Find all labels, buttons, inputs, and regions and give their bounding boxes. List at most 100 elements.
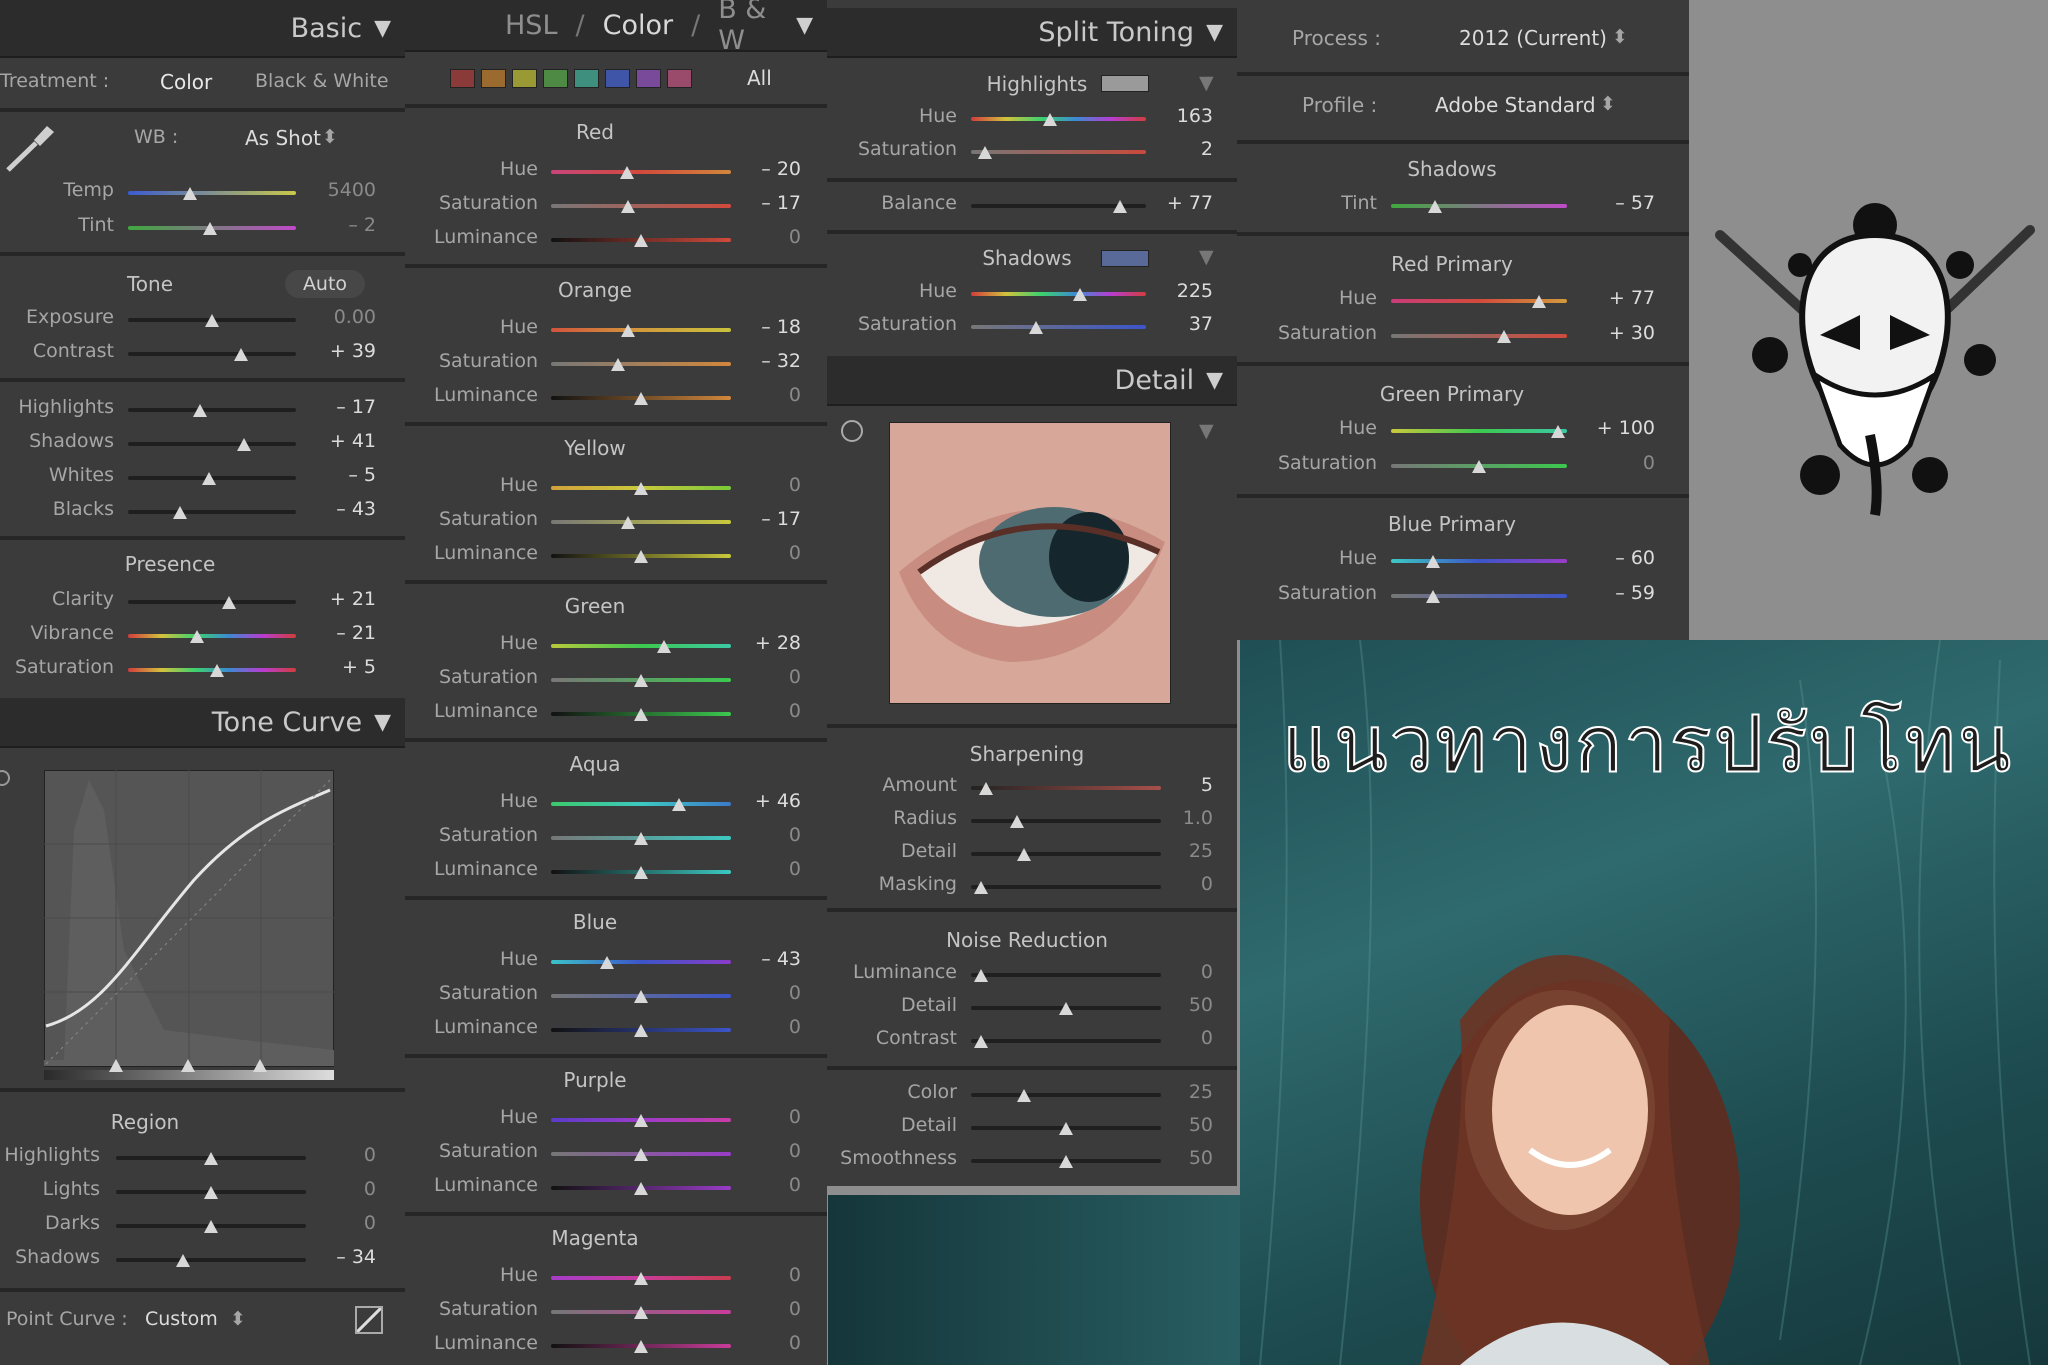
tint-value[interactable]: – 2 xyxy=(0,214,376,236)
red-sat-value[interactable]: – 17 xyxy=(405,192,801,214)
hsl-color-swatch[interactable] xyxy=(636,69,661,88)
detail-detail-value[interactable]: 25 xyxy=(827,840,1213,862)
point-curve-dropdown[interactable]: Custom xyxy=(145,1308,218,1330)
orange-sat-value[interactable]: – 32 xyxy=(405,350,801,372)
purple-lum-value[interactable]: 0 xyxy=(405,1174,801,1196)
orange-hue-value[interactable]: – 18 xyxy=(405,316,801,338)
process-arrow-icon[interactable]: ⬍ xyxy=(1612,26,1628,48)
collapse-triangle-icon[interactable]: ▼ xyxy=(1206,20,1223,45)
green-hue-value[interactable]: + 28 xyxy=(405,632,801,654)
yellow-hue-value[interactable]: 0 xyxy=(405,474,801,496)
curve-split-handle[interactable] xyxy=(253,1059,267,1072)
cal-green-hue-value[interactable]: + 100 xyxy=(1237,417,1655,439)
aqua-sat-value[interactable]: 0 xyxy=(405,824,801,846)
tab-hsl[interactable]: HSL xyxy=(505,10,557,41)
point-curve-arrow-icon[interactable]: ⬍ xyxy=(230,1308,246,1330)
whites-value[interactable]: – 5 xyxy=(0,464,376,486)
blue-sat-value[interactable]: 0 xyxy=(405,982,801,1004)
hsl-color-swatch[interactable] xyxy=(450,69,475,88)
yellow-sat-value[interactable]: – 17 xyxy=(405,508,801,530)
tab-color[interactable]: Color xyxy=(603,10,674,41)
target-adjust-icon[interactable] xyxy=(0,770,10,786)
detail-radius-value[interactable]: 1.0 xyxy=(827,807,1213,829)
auto-button[interactable]: Auto xyxy=(285,270,365,298)
detail-amount-value[interactable]: 5 xyxy=(827,774,1213,796)
cal-red-sat-value[interactable]: + 30 xyxy=(1237,322,1655,344)
blacks-value[interactable]: – 43 xyxy=(0,498,376,520)
cal-green-sat-value[interactable]: 0 xyxy=(1237,452,1655,474)
shadows-value[interactable]: + 41 xyxy=(0,430,376,452)
magenta-sat-value[interactable]: 0 xyxy=(405,1298,801,1320)
split-hl-sat-value[interactable]: 2 xyxy=(827,138,1213,160)
eyedropper-icon[interactable] xyxy=(2,118,54,176)
wb-dropdown[interactable]: As Shot xyxy=(245,126,321,150)
shadow-color-swatch[interactable] xyxy=(1101,250,1149,267)
collapse-triangle-icon[interactable]: ▼ xyxy=(374,16,391,41)
region-shadows-value[interactable]: – 34 xyxy=(0,1246,376,1268)
purple-sat-value[interactable]: 0 xyxy=(405,1140,801,1162)
detail-masking-value[interactable]: 0 xyxy=(827,873,1213,895)
saturation-value[interactable]: + 5 xyxy=(0,656,376,678)
detail-color-value[interactable]: 25 xyxy=(827,1081,1213,1103)
vibrance-value[interactable]: – 21 xyxy=(0,622,376,644)
collapse-triangle-icon[interactable]: ▼ xyxy=(374,710,391,735)
orange-lum-value[interactable]: 0 xyxy=(405,384,801,406)
split-sh-sat-value[interactable]: 37 xyxy=(827,313,1213,335)
cal-blue-sat-value[interactable]: – 59 xyxy=(1237,582,1655,604)
tone-curve-header[interactable]: Tone Curve ▼ xyxy=(0,698,405,748)
hsl-color-swatch[interactable] xyxy=(512,69,537,88)
cal-tint-value[interactable]: – 57 xyxy=(1237,192,1655,214)
blue-lum-value[interactable]: 0 xyxy=(405,1016,801,1038)
hsl-color-swatch[interactable] xyxy=(667,69,692,88)
curve-split-handle[interactable] xyxy=(181,1059,195,1072)
all-colors-button[interactable]: All xyxy=(747,66,772,90)
basic-header[interactable]: Basic ▼ xyxy=(0,0,405,58)
region-highlights-value[interactable]: 0 xyxy=(0,1144,376,1166)
hsl-color-swatch[interactable] xyxy=(605,69,630,88)
profile-dropdown[interactable]: Adobe Standard xyxy=(1435,93,1596,117)
cal-red-hue-value[interactable]: + 77 xyxy=(1237,287,1655,309)
hsl-color-swatch[interactable] xyxy=(574,69,599,88)
red-hue-value[interactable]: – 20 xyxy=(405,158,801,180)
region-darks-value[interactable]: 0 xyxy=(0,1212,376,1234)
detail-nr-contrast-value[interactable]: 0 xyxy=(827,1027,1213,1049)
cal-blue-hue-value[interactable]: – 60 xyxy=(1237,547,1655,569)
split-toning-header[interactable]: Split Toning ▼ xyxy=(827,8,1237,58)
yellow-lum-value[interactable]: 0 xyxy=(405,542,801,564)
contrast-value[interactable]: + 39 xyxy=(0,340,376,362)
dropdown-triangle-icon[interactable]: ▼ xyxy=(1199,246,1214,268)
treatment-bw-option[interactable]: Black & White xyxy=(255,70,389,92)
dropdown-triangle-icon[interactable]: ▼ xyxy=(1199,72,1214,94)
split-hl-hue-value[interactable]: 163 xyxy=(827,105,1213,127)
purple-hue-value[interactable]: 0 xyxy=(405,1106,801,1128)
magenta-lum-value[interactable]: 0 xyxy=(405,1332,801,1354)
region-lights-value[interactable]: 0 xyxy=(0,1178,376,1200)
magenta-hue-value[interactable]: 0 xyxy=(405,1264,801,1286)
split-sh-hue-value[interactable]: 225 xyxy=(827,280,1213,302)
dropdown-triangle-icon[interactable]: ▼ xyxy=(1199,420,1214,442)
detail-luminance-value[interactable]: 0 xyxy=(827,961,1213,983)
detail-nr-detail-value[interactable]: 50 xyxy=(827,994,1213,1016)
exposure-value[interactable]: 0.00 xyxy=(0,306,376,328)
split-balance-value[interactable]: + 77 xyxy=(827,192,1213,214)
blue-hue-value[interactable]: – 43 xyxy=(405,948,801,970)
detail-header[interactable]: Detail ▼ xyxy=(827,356,1237,406)
detail-smoothness-value[interactable]: 50 xyxy=(827,1147,1213,1169)
collapse-triangle-icon[interactable]: ▼ xyxy=(796,13,813,38)
hsl-color-swatch[interactable] xyxy=(481,69,506,88)
collapse-triangle-icon[interactable]: ▼ xyxy=(1206,368,1223,393)
green-sat-value[interactable]: 0 xyxy=(405,666,801,688)
curve-split-handle[interactable] xyxy=(109,1059,123,1072)
highlight-color-swatch[interactable] xyxy=(1101,75,1149,92)
profile-arrow-icon[interactable]: ⬍ xyxy=(1600,93,1616,115)
temp-value[interactable]: 5400 xyxy=(0,179,376,201)
edit-point-curve-icon[interactable] xyxy=(355,1306,383,1334)
treatment-color-option[interactable]: Color xyxy=(160,70,212,94)
hsl-color-swatch[interactable] xyxy=(543,69,568,88)
crosshair-icon[interactable] xyxy=(841,420,863,442)
green-lum-value[interactable]: 0 xyxy=(405,700,801,722)
detail-color-detail-value[interactable]: 50 xyxy=(827,1114,1213,1136)
clarity-value[interactable]: + 21 xyxy=(0,588,376,610)
tab-bw[interactable]: B & W xyxy=(718,0,778,56)
aqua-hue-value[interactable]: + 46 xyxy=(405,790,801,812)
